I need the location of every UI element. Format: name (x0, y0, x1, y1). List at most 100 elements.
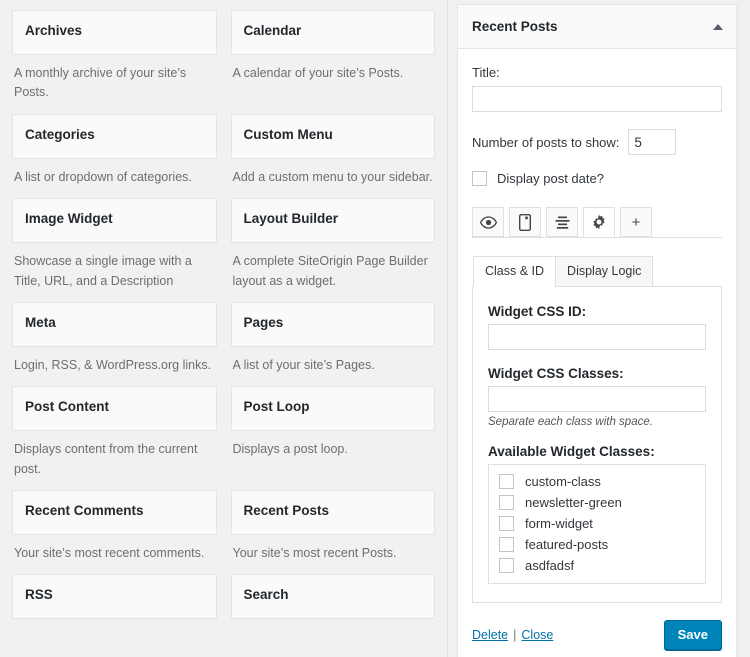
widget-cell: CategoriesA list or dropdown of categori… (12, 114, 217, 198)
widget-card[interactable]: Custom Menu (231, 114, 436, 159)
widget-card[interactable]: Layout Builder (231, 198, 436, 243)
widget-card-title: Archives (25, 22, 204, 40)
footer-separator: | (513, 628, 516, 642)
widget-card[interactable]: Recent Comments (12, 490, 217, 535)
widget-description: Your site’s most recent comments. (12, 535, 217, 574)
widget-description: A calendar of your site’s Posts. (231, 55, 436, 94)
widget-cell: ArchivesA monthly archive of your site’s… (12, 10, 217, 114)
widget-cell: Search (231, 574, 436, 619)
dialog-body: Title: Number of posts to show: Display … (458, 49, 736, 607)
eye-icon-button[interactable] (472, 207, 504, 237)
widget-cell: Image WidgetShowcase a single image with… (12, 198, 217, 302)
widget-cell: RSS (12, 574, 217, 619)
widget-card-title: RSS (25, 586, 204, 604)
widget-card[interactable]: Calendar (231, 10, 436, 55)
widget-description: A list of your site’s Pages. (231, 347, 436, 386)
display-post-date-row[interactable]: Display post date? (472, 171, 722, 186)
widget-card[interactable]: RSS (12, 574, 217, 619)
widget-card-title: Search (244, 586, 423, 604)
widget-css-classes-label: Widget CSS Classes: (488, 366, 706, 381)
plus-icon: + (632, 215, 641, 230)
available-widget-classes-list: custom-class newsletter-green form-widget f… (488, 464, 706, 584)
widget-cell: MetaLogin, RSS, & WordPress.org links. (12, 302, 217, 386)
available-class-label: form-widget (525, 516, 593, 531)
available-class-row[interactable]: newsletter-green (499, 495, 695, 510)
save-button[interactable]: Save (664, 620, 722, 650)
available-class-checkbox[interactable] (499, 537, 514, 552)
widget-card[interactable]: Recent Posts (231, 490, 436, 535)
widget-css-id-label: Widget CSS ID: (488, 304, 706, 319)
css-classes-hint: Separate each class with space. (488, 416, 706, 428)
widget-card-title: Categories (25, 126, 204, 144)
triangle-up-icon[interactable] (713, 24, 723, 30)
available-class-label: featured-posts (525, 537, 608, 552)
widget-description: Displays a post loop. (231, 431, 436, 470)
widget-card[interactable]: Image Widget (12, 198, 217, 243)
widget-card[interactable]: Pages (231, 302, 436, 347)
widget-cell: Post Content Displays content from the cu… (12, 386, 217, 490)
dialog-title: Recent Posts (472, 19, 713, 34)
class-and-id-panel: Widget CSS ID: Widget CSS Classes: Separ… (472, 286, 722, 603)
widget-css-id-input[interactable] (488, 324, 706, 350)
widget-card-title: Post Content (25, 398, 204, 416)
widget-cell: Recent PostsYour site’s most recent Post… (231, 490, 436, 574)
widget-cell: Calendar A calendar of your site’s Posts. (231, 10, 436, 114)
available-class-checkbox[interactable] (499, 495, 514, 510)
footer-links: Delete | Close (472, 628, 664, 642)
widget-description: A complete SiteOrigin Page Builder layou… (231, 243, 436, 302)
widget-card-title: Recent Posts (244, 502, 423, 520)
widget-card-title: Pages (244, 314, 423, 332)
widget-cell: Pages A list of your site’s Pages. (231, 302, 436, 386)
widget-dialog-wrapper: Recent Posts Title: Number of posts to s… (448, 0, 750, 657)
dialog-header[interactable]: Recent Posts (458, 5, 736, 49)
gear-icon-button[interactable] (583, 207, 615, 237)
available-widget-classes-label: Available Widget Classes: (488, 444, 706, 459)
widget-card[interactable]: Archives (12, 10, 217, 55)
dialog-footer: Delete | Close Save (458, 607, 736, 657)
widget-card-title: Image Widget (25, 210, 204, 228)
widget-card[interactable]: Search (231, 574, 436, 619)
available-class-label: asdfadsf (525, 558, 574, 573)
widget-card-title: Meta (25, 314, 204, 332)
align-list-icon (555, 216, 570, 229)
widget-cell: Layout BuilderA complete SiteOrigin Page… (231, 198, 436, 302)
widget-browser-panel: ArchivesA monthly archive of your site’s… (0, 0, 448, 657)
widget-card-title: Calendar (244, 22, 423, 40)
align-list-icon-button[interactable] (546, 207, 578, 237)
widget-card[interactable]: Post Content (12, 386, 217, 431)
delete-link[interactable]: Delete (472, 628, 508, 642)
available-class-row[interactable]: form-widget (499, 516, 695, 531)
settings-tabs: Class & ID Display Logic (473, 256, 722, 287)
right-edge-strip (738, 0, 750, 657)
widget-css-classes-input[interactable] (488, 386, 706, 412)
available-class-label: newsletter-green (525, 495, 622, 510)
widget-grid: ArchivesA monthly archive of your site’s… (12, 10, 435, 619)
widget-card-title: Recent Comments (25, 502, 204, 520)
tab-display-logic[interactable]: Display Logic (555, 256, 653, 287)
widget-card[interactable]: Categories (12, 114, 217, 159)
widget-cell: Post LoopDisplays a post loop. (231, 386, 436, 490)
available-class-checkbox[interactable] (499, 516, 514, 531)
gear-icon (591, 214, 607, 230)
widget-card-title: Custom Menu (244, 126, 423, 144)
tab-class-and-id[interactable]: Class & ID (473, 256, 556, 287)
widget-card[interactable]: Meta (12, 302, 217, 347)
mobile-device-icon-button[interactable] (509, 207, 541, 237)
available-class-checkbox[interactable] (499, 474, 514, 489)
display-post-date-checkbox[interactable] (472, 171, 487, 186)
close-link[interactable]: Close (521, 628, 553, 642)
widget-icon-toolbar: + (472, 207, 722, 238)
post-count-input[interactable] (628, 129, 676, 155)
plus-icon-button[interactable]: + (620, 207, 652, 237)
eye-icon (480, 216, 497, 229)
available-class-row[interactable]: featured-posts (499, 537, 695, 552)
available-class-row[interactable]: asdfadsf (499, 558, 695, 573)
display-post-date-label: Display post date? (497, 171, 604, 186)
available-class-label: custom-class (525, 474, 601, 489)
available-class-row[interactable]: custom-class (499, 474, 695, 489)
widget-description: Displays content from the current post. (12, 431, 217, 490)
widget-description: Add a custom menu to your sidebar. (231, 159, 436, 198)
available-class-checkbox[interactable] (499, 558, 514, 573)
widget-card[interactable]: Post Loop (231, 386, 436, 431)
title-input[interactable] (472, 86, 722, 112)
